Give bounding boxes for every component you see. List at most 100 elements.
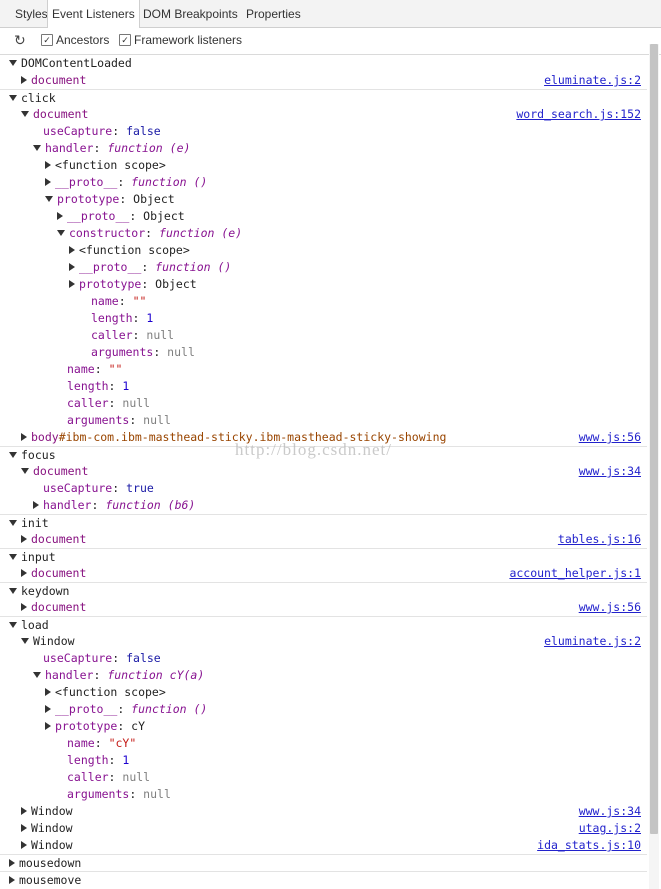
expanded-triangle-icon[interactable] — [9, 553, 17, 560]
row-text: arguments — [67, 787, 130, 801]
expanded-triangle-icon[interactable] — [9, 519, 17, 526]
expanded-triangle-icon[interactable] — [33, 671, 41, 678]
row-text: arguments — [91, 345, 154, 359]
tree-row: useCapture: false — [0, 123, 647, 140]
collapsed-triangle-icon[interactable] — [45, 160, 51, 169]
source-link[interactable]: tables.js:16 — [558, 531, 641, 548]
tree-row: length: 1 — [0, 752, 647, 769]
tree-row[interactable]: prototype: cY — [0, 718, 647, 735]
refresh-icon[interactable]: ↻ — [14, 32, 26, 49]
source-link[interactable]: www.js:56 — [579, 599, 641, 616]
collapsed-triangle-icon[interactable] — [45, 687, 51, 696]
row-text: : Object — [129, 209, 185, 223]
source-link[interactable]: www.js:56 — [579, 429, 641, 446]
collapsed-triangle-icon[interactable] — [69, 245, 75, 254]
tree-row[interactable]: <function scope> — [0, 157, 647, 174]
expanded-triangle-icon[interactable] — [21, 110, 29, 117]
scrollbar-thumb[interactable] — [650, 44, 658, 834]
collapsed-triangle-icon[interactable] — [69, 262, 75, 271]
expanded-triangle-icon[interactable] — [21, 637, 29, 644]
row-text: <function scope> — [55, 158, 166, 172]
tree-row[interactable]: handler: function cY(a) — [0, 667, 647, 684]
event-type-row[interactable]: load — [0, 616, 647, 634]
collapsed-triangle-icon[interactable] — [9, 875, 15, 884]
source-link[interactable]: utag.js:2 — [579, 820, 641, 837]
row-text: useCapture — [43, 481, 113, 495]
tree-row[interactable]: constructor: function (e) — [0, 225, 647, 242]
tree-row[interactable]: Window utag.js:2 — [0, 820, 647, 837]
tree-row[interactable]: document eluminate.js:2 — [0, 72, 647, 89]
tree-row[interactable]: document tables.js:16 — [0, 531, 647, 548]
collapsed-triangle-icon[interactable] — [21, 823, 27, 832]
row-text: __proto__ — [55, 702, 118, 716]
source-link[interactable]: eluminate.js:2 — [544, 72, 641, 89]
collapsed-triangle-icon[interactable] — [69, 279, 75, 288]
collapsed-triangle-icon[interactable] — [57, 211, 63, 220]
collapsed-triangle-icon[interactable] — [21, 568, 27, 577]
source-link[interactable]: eluminate.js:2 — [544, 633, 641, 650]
tree-row[interactable]: __proto__: function () — [0, 259, 647, 276]
tree-row[interactable]: __proto__: Object — [0, 208, 647, 225]
tree-row[interactable]: handler: function (b6) — [0, 497, 647, 514]
expanded-triangle-icon[interactable] — [57, 229, 65, 236]
tree-row[interactable]: handler: function (e) — [0, 140, 647, 157]
event-type-row[interactable]: mousedown — [0, 854, 647, 872]
source-link[interactable]: word_search.js:152 — [516, 106, 641, 123]
expanded-triangle-icon[interactable] — [21, 467, 29, 474]
expanded-triangle-icon[interactable] — [9, 94, 17, 101]
source-link[interactable]: ida_stats.js:10 — [537, 837, 641, 854]
collapsed-triangle-icon[interactable] — [21, 75, 27, 84]
expanded-triangle-icon[interactable] — [9, 621, 17, 628]
event-type-row[interactable]: keydown — [0, 582, 647, 600]
tree-row[interactable]: document account_helper.js:1 — [0, 565, 647, 582]
expanded-triangle-icon[interactable] — [45, 195, 53, 202]
expanded-triangle-icon[interactable] — [9, 451, 17, 458]
source-link[interactable]: account_helper.js:1 — [509, 565, 641, 582]
framework-listeners-checkbox[interactable]: ✓ — [119, 34, 131, 46]
collapsed-triangle-icon[interactable] — [21, 840, 27, 849]
row-text: : — [112, 124, 127, 138]
ancestors-checkbox[interactable]: ✓ — [41, 34, 53, 46]
expanded-triangle-icon[interactable] — [33, 144, 41, 151]
expanded-triangle-icon[interactable] — [9, 59, 17, 66]
tab-properties[interactable]: Properties — [242, 0, 305, 27]
panel-tabs: Styles Event Listeners DOM Breakpoints P… — [0, 0, 661, 28]
event-type-row[interactable]: mousemove — [0, 871, 647, 889]
tree-row[interactable]: document www.js:34 — [0, 463, 647, 480]
collapsed-triangle-icon[interactable] — [45, 721, 51, 730]
row-text: false — [126, 651, 161, 665]
tree-row[interactable]: document word_search.js:152 — [0, 106, 647, 123]
tree-row[interactable]: <function scope> — [0, 242, 647, 259]
expanded-triangle-icon[interactable] — [9, 587, 17, 594]
tree-row[interactable]: __proto__: function () — [0, 701, 647, 718]
collapsed-triangle-icon[interactable] — [9, 858, 15, 867]
event-type-row[interactable]: input — [0, 548, 647, 566]
tree-row[interactable]: __proto__: function () — [0, 174, 647, 191]
event-type-row[interactable]: DOMContentLoaded — [0, 55, 647, 72]
collapsed-triangle-icon[interactable] — [21, 432, 27, 441]
tree-row[interactable]: prototype: Object — [0, 276, 647, 293]
collapsed-triangle-icon[interactable] — [45, 177, 51, 186]
event-type-row[interactable]: click — [0, 89, 647, 107]
collapsed-triangle-icon[interactable] — [21, 534, 27, 543]
collapsed-triangle-icon[interactable] — [21, 806, 27, 815]
tab-styles[interactable]: Styles — [11, 0, 52, 27]
tree-row[interactable]: document www.js:56 — [0, 599, 647, 616]
source-link[interactable]: www.js:34 — [579, 463, 641, 480]
row-text: : — [141, 260, 156, 274]
row-text: caller — [67, 770, 109, 784]
source-link[interactable]: www.js:34 — [579, 803, 641, 820]
tree-row[interactable]: Window ida_stats.js:10 — [0, 837, 647, 854]
row-text: click — [21, 91, 56, 105]
tree-row[interactable]: Window eluminate.js:2 — [0, 633, 647, 650]
tab-dom-breakpoints[interactable]: DOM Breakpoints — [139, 0, 242, 27]
tree-row: useCapture: false — [0, 650, 647, 667]
event-type-row[interactable]: init — [0, 514, 647, 532]
collapsed-triangle-icon[interactable] — [33, 500, 39, 509]
tree-row[interactable]: Window www.js:34 — [0, 803, 647, 820]
collapsed-triangle-icon[interactable] — [21, 602, 27, 611]
tree-row[interactable]: prototype: Object — [0, 191, 647, 208]
tree-row[interactable]: <function scope> — [0, 684, 647, 701]
tab-event-listeners[interactable]: Event Listeners — [47, 0, 140, 28]
collapsed-triangle-icon[interactable] — [45, 704, 51, 713]
